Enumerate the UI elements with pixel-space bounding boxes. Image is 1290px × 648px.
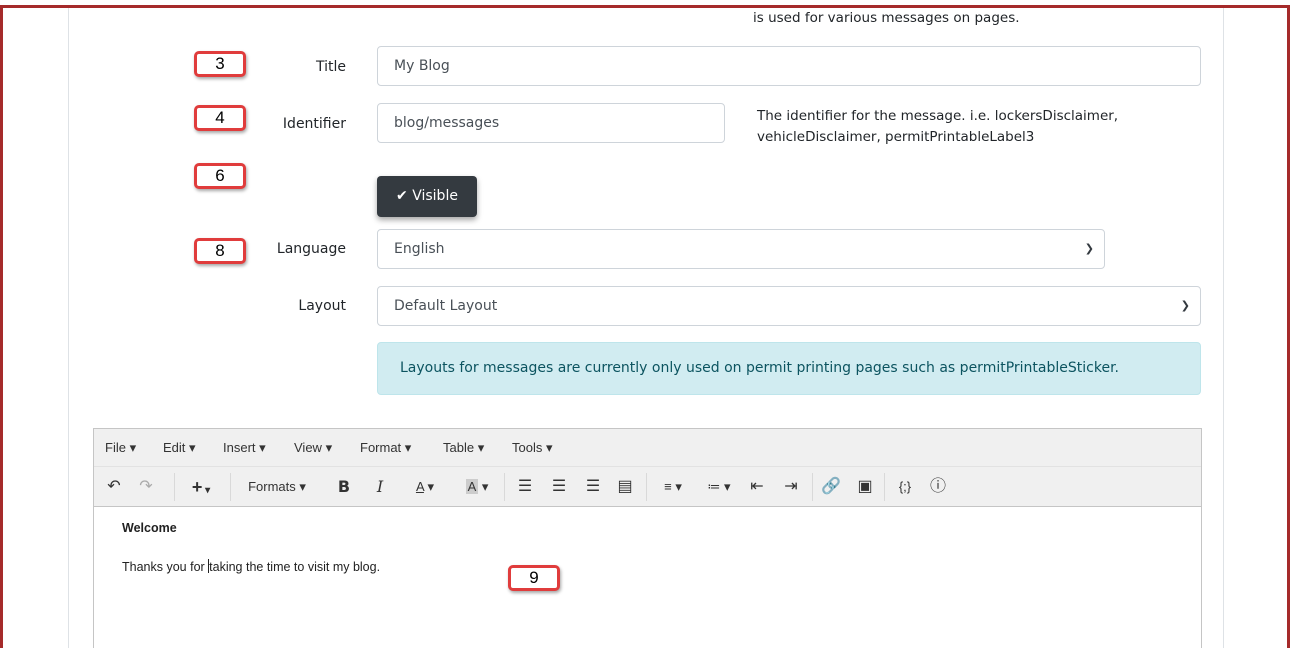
callout-6: 6 xyxy=(194,163,246,189)
menu-insert[interactable]: Insert ▾ xyxy=(223,440,266,456)
numbered-list-icon[interactable]: ≔ ▾ xyxy=(700,475,738,499)
indent-icon[interactable]: ⇥ xyxy=(780,475,802,499)
layout-label: Layout xyxy=(298,298,346,314)
formats-dropdown[interactable]: Formats ▾ xyxy=(242,475,312,499)
layout-info-alert: Layouts for messages are currently only … xyxy=(377,342,1201,395)
menu-table[interactable]: Table ▾ xyxy=(443,440,484,456)
layout-selected-value: Default Layout xyxy=(394,298,498,314)
outdent-icon[interactable]: ⇤ xyxy=(746,475,768,499)
previous-field-help: is used for various messages on pages. xyxy=(753,10,1020,26)
align-center-icon[interactable]: ☰ xyxy=(548,475,570,499)
bullet-list-icon[interactable]: ≡ ▾ xyxy=(654,475,692,499)
rich-text-editor: File ▾ Edit ▾ Insert ▾ View ▾ Format ▾ T… xyxy=(93,428,1202,648)
toolbar-separator xyxy=(230,473,231,501)
align-left-icon[interactable]: ☰ xyxy=(514,475,536,499)
undo-icon[interactable]: ↶ xyxy=(104,475,124,499)
chevron-down-icon: ❯ xyxy=(1084,242,1094,255)
text-color-icon[interactable]: A ▾ xyxy=(406,475,444,499)
screenshot-frame: is used for various messages on pages. 3… xyxy=(0,5,1290,648)
toolbar-separator xyxy=(646,473,647,501)
plus-icon[interactable]: + ▾ xyxy=(184,475,218,499)
content-heading: Welcome xyxy=(122,521,177,535)
menu-file[interactable]: File ▾ xyxy=(105,440,136,456)
menu-format[interactable]: Format ▾ xyxy=(360,440,411,456)
visible-button-label: Visible xyxy=(412,188,458,204)
title-label: Title xyxy=(315,59,346,75)
identifier-help-line-1: The identifier for the message. i.e. loc… xyxy=(757,108,1119,124)
redo-icon[interactable]: ↷ xyxy=(136,475,156,499)
editor-content-area[interactable]: Welcome Thanks you for taking the time t… xyxy=(122,521,380,574)
link-icon[interactable]: 🔗 xyxy=(820,475,842,499)
callout-9: 9 xyxy=(508,565,560,591)
editor-toolbar: ↶ ↷ + ▾ Formats ▾ B I A ▾ A ▾ ☰ ☰ ☰ ▤ ≡ … xyxy=(94,467,1201,507)
identifier-help-line-2: vehicleDisclaimer, permitPrintableLabel3 xyxy=(757,129,1035,145)
toolbar-separator xyxy=(812,473,813,501)
align-justify-icon[interactable]: ▤ xyxy=(614,475,636,499)
toolbar-separator xyxy=(884,473,885,501)
visible-toggle-button[interactable]: ✔ Visible xyxy=(377,176,477,217)
align-right-icon[interactable]: ☰ xyxy=(582,475,604,499)
identifier-help: The identifier for the message. i.e. loc… xyxy=(757,106,1118,148)
language-label: Language xyxy=(276,241,346,257)
identifier-label: Identifier xyxy=(282,116,346,132)
checkmark-icon: ✔ xyxy=(396,188,408,204)
code-icon[interactable]: {;} xyxy=(892,475,918,499)
italic-icon[interactable]: I xyxy=(370,475,390,499)
menu-tools[interactable]: Tools ▾ xyxy=(512,440,553,456)
menu-edit[interactable]: Edit ▾ xyxy=(163,440,196,456)
bold-icon[interactable]: B xyxy=(334,475,354,499)
menu-view[interactable]: View ▾ xyxy=(294,440,332,456)
language-selected-value: English xyxy=(394,241,445,257)
language-select[interactable]: English ❯ xyxy=(377,229,1105,269)
editor-menubar: File ▾ Edit ▾ Insert ▾ View ▾ Format ▾ T… xyxy=(94,429,1201,467)
image-icon[interactable]: ▣ xyxy=(854,475,876,499)
content-paragraph: Thanks you for taking the time to visit … xyxy=(122,559,381,574)
title-input[interactable]: My Blog xyxy=(377,46,1201,86)
layout-select[interactable]: Default Layout ❯ xyxy=(377,286,1201,326)
help-icon[interactable]: ⓘ xyxy=(926,475,950,499)
identifier-input[interactable]: blog/messages xyxy=(377,103,725,143)
background-color-icon[interactable]: A ▾ xyxy=(458,475,496,499)
toolbar-separator xyxy=(504,473,505,501)
toolbar-separator xyxy=(174,473,175,501)
chevron-down-icon: ❯ xyxy=(1180,299,1190,312)
